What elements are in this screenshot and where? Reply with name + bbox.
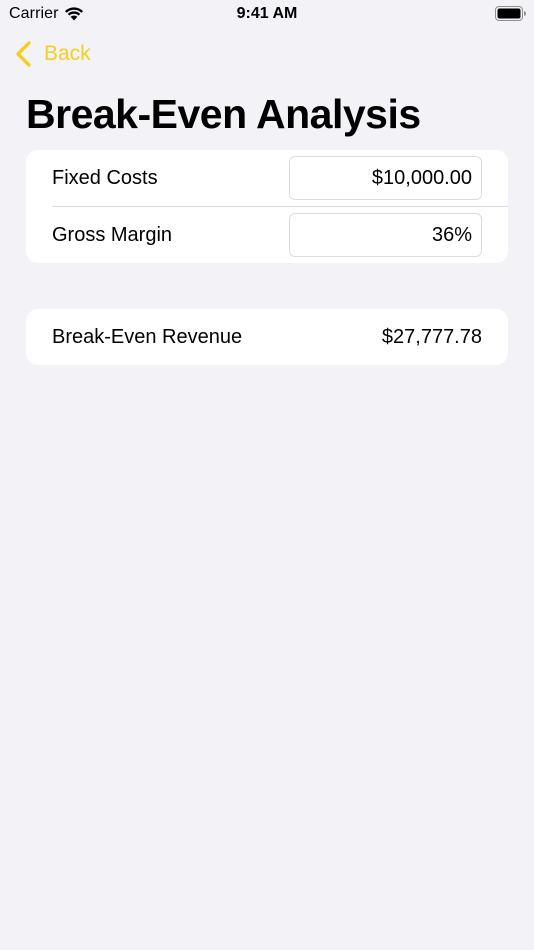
fixed-costs-field[interactable]: $10,000.00 <box>289 156 482 200</box>
gross-margin-label: Gross Margin <box>52 224 173 246</box>
inputs-card: Fixed Costs $10,000.00 Gross Margin 36% <box>26 150 508 263</box>
page-title: Break-Even Analysis <box>26 91 421 137</box>
gross-margin-field[interactable]: 36% <box>289 213 482 257</box>
break-even-revenue-label: Break-Even Revenue <box>52 326 243 348</box>
fixed-costs-label: Fixed Costs <box>52 167 158 189</box>
fixed-costs-row: Fixed Costs $10,000.00 <box>26 150 508 206</box>
status-time: 9:41 AM <box>236 5 298 22</box>
gross-margin-row: Gross Margin 36% <box>26 207 508 263</box>
result-card: Break-Even Revenue $27,777.78 <box>26 309 508 365</box>
back-button[interactable]: Back <box>14 38 91 70</box>
break-even-revenue-value: $27,777.78 <box>381 326 482 348</box>
battery-icon <box>495 6 526 21</box>
chevron-left-icon <box>16 41 31 67</box>
status-bar: Carrier 9:41 AM <box>0 0 534 28</box>
back-label: Back <box>44 42 91 65</box>
